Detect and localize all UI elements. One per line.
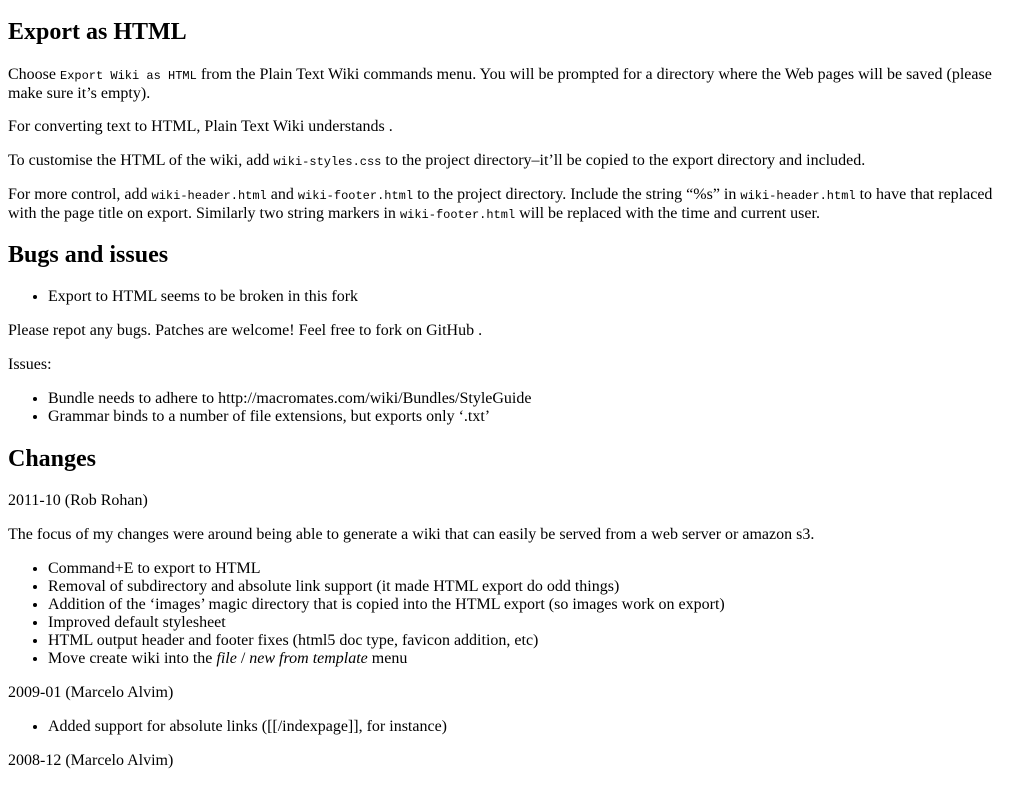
footer-file-code-2: wiki-footer.html (399, 208, 516, 222)
list-item: Removal of subdirectory and absolute lin… (48, 578, 1024, 596)
list-item: HTML output header and footer fixes (htm… (48, 632, 1024, 650)
changes-entry-3-date: 2008-12 (Marcelo Alvim) (8, 752, 174, 769)
list-item: Addition of the ‘images’ magic directory… (48, 596, 1024, 614)
list-item: Export to HTML seems to be broken in thi… (48, 288, 1024, 306)
export-p4-text-1: For more control, add (8, 186, 152, 203)
export-heading: Export as HTML (8, 19, 187, 45)
changes-heading: Changes (8, 446, 97, 472)
export-p4-text-2: and (266, 186, 298, 203)
export-paragraph-3: To customise the HTML of the wiki, add w… (8, 152, 1016, 171)
export-p4-text-3: to the project directory. Include the st… (413, 186, 741, 203)
header-file-code: wiki-header.html (151, 189, 267, 203)
list-item: Grammar binds to a number of file extens… (48, 408, 1024, 426)
bugs-paragraph-1: Please repot any bugs. Patches are welco… (8, 322, 483, 339)
changes-entry-2-list: Added support for absolute links ([[/ind… (8, 718, 1024, 736)
new-from-template-term: new from template (249, 650, 368, 667)
changes-entry-1-list: Command+E to export to HTML Removal of s… (8, 560, 1024, 668)
list-item: Improved default stylesheet (48, 614, 1024, 632)
export-p1-text-1: Choose (8, 66, 60, 83)
issues-list: Bundle needs to adhere to http://macroma… (8, 390, 1024, 426)
list-item-text-1: Move create wiki into the (48, 650, 217, 667)
footer-file-code: wiki-footer.html (297, 189, 414, 203)
header-file-code-2: wiki-header.html (740, 189, 856, 203)
changes-entry-1-date: 2011-10 (Rob Rohan) (8, 492, 148, 509)
list-item-text-2: / (236, 650, 250, 667)
issues-label: Issues: (8, 356, 52, 373)
bugs-list: Export to HTML seems to be broken in thi… (8, 288, 1024, 306)
list-item: Command+E to export to HTML (48, 560, 1024, 578)
bugs-heading: Bugs and issues (8, 242, 169, 268)
list-item: Bundle needs to adhere to http://macroma… (48, 390, 1024, 408)
export-paragraph-2: For converting text to HTML, Plain Text … (8, 118, 393, 135)
list-item: Move create wiki into the file / new fro… (48, 650, 1024, 668)
list-item-text-3: menu (367, 650, 408, 667)
export-paragraph-1: Choose Export Wiki as HTML from the Plai… (8, 66, 1016, 103)
export-paragraph-4: For more control, add wiki-header.html a… (8, 186, 1016, 224)
export-p3-text-2: to the project directory–it’ll be copied… (381, 152, 866, 169)
export-p3-text-1: To customise the HTML of the wiki, add (8, 152, 274, 169)
export-command-code: Export Wiki as HTML (60, 69, 197, 83)
export-p4-text-5: will be replaced with the time and curre… (515, 205, 820, 222)
changes-entry-1-description: The focus of my changes were around bein… (8, 526, 815, 543)
list-item: Added support for absolute links ([[/ind… (48, 718, 1024, 736)
file-menu-term: file (216, 650, 237, 667)
styles-file-code: wiki-styles.css (273, 155, 382, 169)
changes-entry-2-date: 2009-01 (Marcelo Alvim) (8, 684, 174, 701)
